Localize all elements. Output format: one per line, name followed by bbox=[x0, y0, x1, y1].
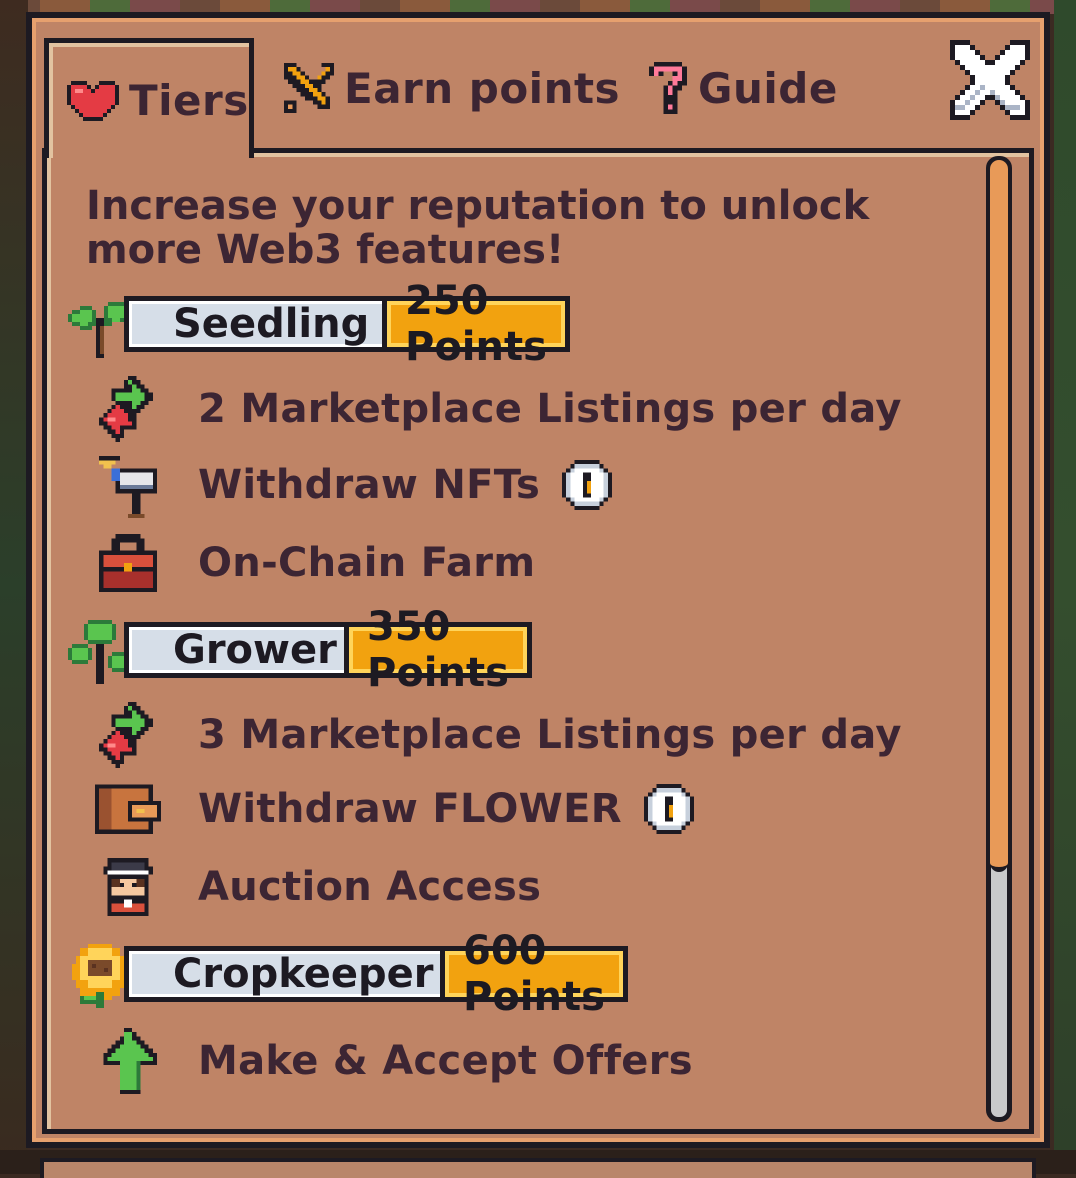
exchange-arrows-icon bbox=[99, 702, 153, 768]
toolbox-icon bbox=[99, 534, 157, 592]
perk-item: Auction Access bbox=[92, 852, 541, 922]
tab-guide[interactable]: Guide bbox=[648, 38, 838, 138]
bottom-panel-edge bbox=[40, 1158, 1036, 1178]
tier-name-badge: Cropkeeper bbox=[124, 946, 461, 1002]
exchange-arrows-icon bbox=[99, 376, 153, 442]
auctioneer-icon bbox=[103, 858, 153, 916]
tab-tiers[interactable]: Tiers bbox=[44, 38, 254, 158]
perk-item: Withdraw NFTs bbox=[92, 450, 613, 520]
plant-icon bbox=[68, 620, 132, 684]
perk-item: 2 Marketplace Listings per day bbox=[92, 374, 902, 444]
scrollbar-thumb[interactable] bbox=[990, 160, 1008, 872]
heart-icon bbox=[67, 80, 119, 121]
perk-item: On-Chain Farm bbox=[92, 528, 535, 598]
info-icon[interactable] bbox=[643, 784, 694, 834]
tier-points-badge: 600 Points bbox=[440, 928, 628, 1020]
tier-points-badge: 350 Points bbox=[344, 604, 532, 696]
tier-name-badge: Grower bbox=[124, 622, 364, 678]
tab-earn-points-label: Earn points bbox=[344, 63, 621, 113]
perk-item: Make & Accept Offers bbox=[92, 1026, 693, 1096]
pencil-icon bbox=[284, 63, 334, 113]
perk-label: Withdraw FLOWER bbox=[198, 786, 622, 832]
perk-item: 3 Marketplace Listings per day bbox=[92, 700, 902, 770]
perk-label: Make & Accept Offers bbox=[198, 1038, 693, 1084]
tier-points-badge: 250 Points bbox=[382, 278, 570, 370]
mailbox-icon bbox=[99, 456, 157, 518]
perk-label: Withdraw NFTs bbox=[198, 462, 541, 508]
perk-item: Withdraw FLOWER bbox=[92, 774, 694, 844]
tier-name-badge: Seedling bbox=[124, 296, 397, 352]
game-world-background-right bbox=[1054, 0, 1076, 1174]
perk-label: On-Chain Farm bbox=[198, 540, 536, 586]
tab-guide-label: Guide bbox=[698, 63, 838, 113]
tab-tiers-label: Tiers bbox=[129, 76, 249, 125]
page-heading: Increase your reputation to unlock more … bbox=[86, 183, 870, 273]
perk-label: 3 Marketplace Listings per day bbox=[198, 712, 902, 758]
game-world-background-left bbox=[0, 0, 28, 1174]
sunflower-icon bbox=[72, 944, 128, 1008]
up-arrow-icon bbox=[103, 1028, 157, 1094]
reputation-modal: Tiers Earn points Guide Increase your re… bbox=[26, 12, 1050, 1148]
info-icon[interactable] bbox=[562, 460, 613, 510]
perk-label: 2 Marketplace Listings per day bbox=[198, 386, 902, 432]
tab-earn-points[interactable]: Earn points bbox=[284, 38, 620, 138]
game-world-background-bottom bbox=[0, 1150, 1076, 1178]
question-icon bbox=[649, 62, 687, 114]
seedling-icon bbox=[68, 302, 128, 358]
wallet-icon bbox=[95, 784, 161, 834]
scrollbar[interactable] bbox=[986, 156, 1012, 1122]
perk-label: Auction Access bbox=[198, 864, 542, 910]
close-icon bbox=[950, 40, 1030, 120]
close-button[interactable] bbox=[950, 40, 1030, 120]
